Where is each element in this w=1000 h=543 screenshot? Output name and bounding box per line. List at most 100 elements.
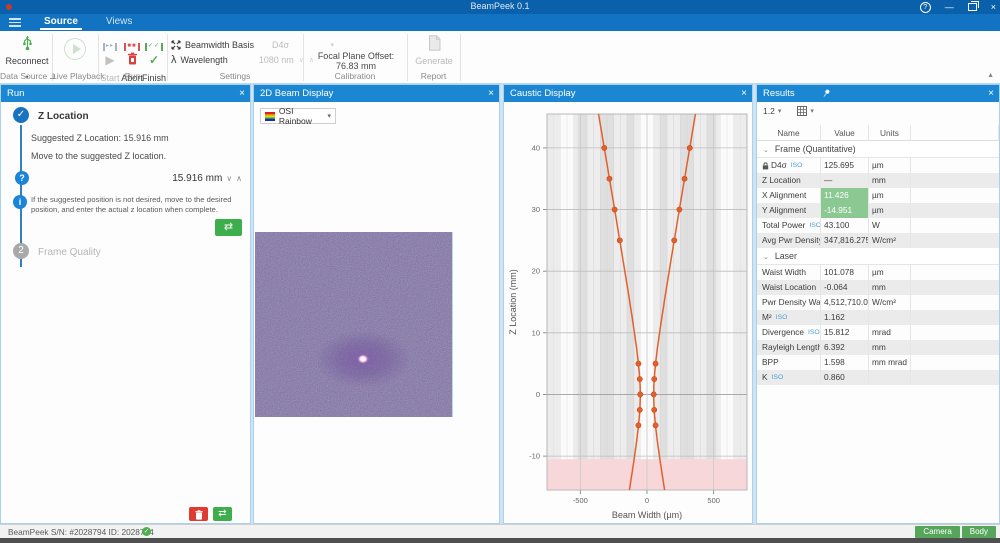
group-label-live-playback: Live Playback	[52, 71, 98, 81]
table-row[interactable]: Avg Pwr DensityISO347,816.275W/cm²	[757, 233, 999, 248]
app-window: BeamPeek 0.1 ? — × Source Views Reconnec…	[0, 0, 1000, 543]
finish-check-icon: ✓	[137, 52, 171, 68]
info-icon: i	[13, 195, 27, 209]
close-icon[interactable]: ×	[741, 85, 747, 102]
group-label-data-source: Data Source	[0, 71, 52, 81]
iso-tag: ISO	[791, 158, 803, 173]
minimize-icon[interactable]: —	[945, 0, 954, 14]
table-row[interactable]: Y Alignment-14.951µm	[757, 203, 999, 218]
run-panel: Run × ✓ Z Location Suggested Z Location:…	[0, 84, 251, 524]
caustic-chart[interactable]: -10010203040-5000500Beam Width (µm)Z Loc…	[504, 102, 752, 523]
spin-down-icon: ∨	[226, 174, 232, 183]
trash-icon	[195, 510, 203, 520]
close-icon[interactable]: ×	[488, 85, 494, 102]
discard-button[interactable]	[189, 507, 208, 521]
table-row[interactable]: X Alignment11.426µm	[757, 188, 999, 203]
suggested-z-text: Suggested Z Location: 15.916 mm	[31, 133, 169, 143]
highlighted-value: 11.426	[821, 188, 869, 203]
table-row[interactable]: BPP1.598mm mrad	[757, 355, 999, 370]
svg-text:500: 500	[707, 496, 720, 505]
table-layout-select[interactable]: ▾	[797, 106, 814, 116]
svg-text:40: 40	[532, 143, 540, 152]
svg-text:Beam Width (µm): Beam Width (µm)	[612, 510, 682, 520]
decimals-select[interactable]: 1.2▾	[763, 106, 781, 116]
hamburger-menu-icon[interactable]	[0, 18, 30, 27]
camera-badge[interactable]: Camera	[915, 526, 959, 538]
generate-button[interactable]: Generate	[414, 35, 454, 66]
close-icon[interactable]: ×	[239, 85, 245, 102]
serial-number-text: BeamPeek S/N: #2028794 ID: 2028794	[8, 527, 154, 537]
iso-tag: ISO	[808, 325, 820, 340]
beam-spot	[357, 354, 369, 364]
apply-z-button[interactable]: ⇄	[215, 219, 242, 236]
swap-button[interactable]: ⇄	[213, 507, 232, 521]
step1-done-icon: ✓	[13, 107, 29, 123]
caustic-panel-header: Caustic Display ×	[504, 85, 752, 102]
table-row[interactable]: Pwr Density Waist4,512,710.07W/cm²	[757, 295, 999, 310]
iso-tag: ISO	[809, 218, 821, 233]
status-ok-icon: ✓	[142, 527, 151, 536]
restore-icon[interactable]	[968, 3, 977, 11]
beamwidth-basis-select[interactable]: D4σ▾	[272, 40, 334, 50]
table-row[interactable]: M²ISO1.162	[757, 310, 999, 325]
group-label-run: Run	[98, 71, 167, 81]
iso-tag: ISO	[772, 370, 784, 385]
chevron-down-icon: ▾	[331, 41, 335, 49]
move-instruction: Move to the suggested Z location.	[31, 151, 166, 161]
body-badge[interactable]: Body	[962, 526, 996, 538]
results-table: Name Value Units ⌄Frame (Quantitative)D4…	[757, 125, 999, 385]
palette-select[interactable]: OSI Rainbow ▾	[260, 108, 336, 124]
table-row[interactable]: Total PowerISO43.100W	[757, 218, 999, 233]
chevron-down-icon: ⌄	[763, 147, 769, 154]
chevron-down-icon: ▾	[327, 112, 331, 120]
step2-title: Frame Quality	[38, 247, 101, 258]
grid-icon	[797, 106, 807, 116]
highlighted-value: -14.951	[821, 203, 869, 218]
results-group-row[interactable]: ⌄Laser	[757, 248, 999, 265]
pin-icon[interactable]: 📍︎	[817, 84, 835, 104]
results-table-header: Name Value Units	[757, 125, 999, 141]
usb-connector-icon	[20, 34, 35, 51]
close-icon[interactable]: ×	[988, 85, 994, 102]
wavelength-label: Wavelength	[181, 55, 228, 65]
group-label-calibration: Calibration	[303, 71, 407, 81]
results-panel-header: Results📍︎ ×	[757, 85, 999, 102]
document-icon	[428, 35, 441, 51]
svg-text:0: 0	[645, 496, 649, 505]
spin-up-icon: ∧	[236, 174, 242, 183]
swap-icon: ⇄	[224, 221, 233, 233]
table-row[interactable]: Waist Width101.078µm	[757, 265, 999, 280]
group-label-settings: Settings	[167, 71, 303, 81]
z-location-input[interactable]: 15.916 mm∨∧	[172, 173, 242, 184]
table-row[interactable]: DivergenceISO15.812mrad	[757, 325, 999, 340]
table-row[interactable]: D4σISO125.695µm	[757, 158, 999, 173]
table-row[interactable]: Rayleigh LengthISO6.392mm	[757, 340, 999, 355]
step1-title: Z Location	[38, 111, 89, 122]
step2-number: 2	[13, 243, 29, 259]
finish-all-icon: ✓✓	[145, 43, 163, 51]
tab-source[interactable]: Source	[30, 14, 92, 31]
swap-icon: ⇄	[218, 508, 226, 519]
close-icon[interactable]: ×	[991, 0, 996, 14]
svg-text:30: 30	[532, 205, 540, 214]
menu-bar: Source Views	[0, 14, 1000, 31]
results-toolbar: 1.2▾ ▾	[763, 106, 814, 116]
status-bar: BeamPeek S/N: #2028794 ID: 2028794 ✓ Cam…	[0, 524, 1000, 538]
tab-views[interactable]: Views	[92, 14, 147, 31]
bottom-edge	[0, 538, 1000, 543]
svg-text:-500: -500	[573, 496, 588, 505]
results-group-row[interactable]: ⌄Frame (Quantitative)	[757, 141, 999, 158]
beamwidth-basis-label: Beamwidth Basis	[185, 40, 254, 50]
chevron-down-icon: ▾	[778, 107, 782, 115]
ribbon-collapse-icon[interactable]: ▲	[987, 72, 994, 79]
spin-down-icon: ∨	[299, 56, 304, 64]
table-row[interactable]: KISO0.860	[757, 370, 999, 385]
table-row[interactable]: Z Location—mm	[757, 173, 999, 188]
beam-image[interactable]	[255, 232, 453, 417]
question-icon[interactable]: ?	[15, 171, 29, 185]
help-icon[interactable]: ?	[920, 2, 931, 13]
playback-button[interactable]	[64, 38, 86, 60]
beamwidth-basis-icon	[171, 40, 181, 50]
table-row[interactable]: Waist Location-0.064mm	[757, 280, 999, 295]
results-panel: Results📍︎ × 1.2▾ ▾ Name Value Uni	[756, 84, 1000, 524]
